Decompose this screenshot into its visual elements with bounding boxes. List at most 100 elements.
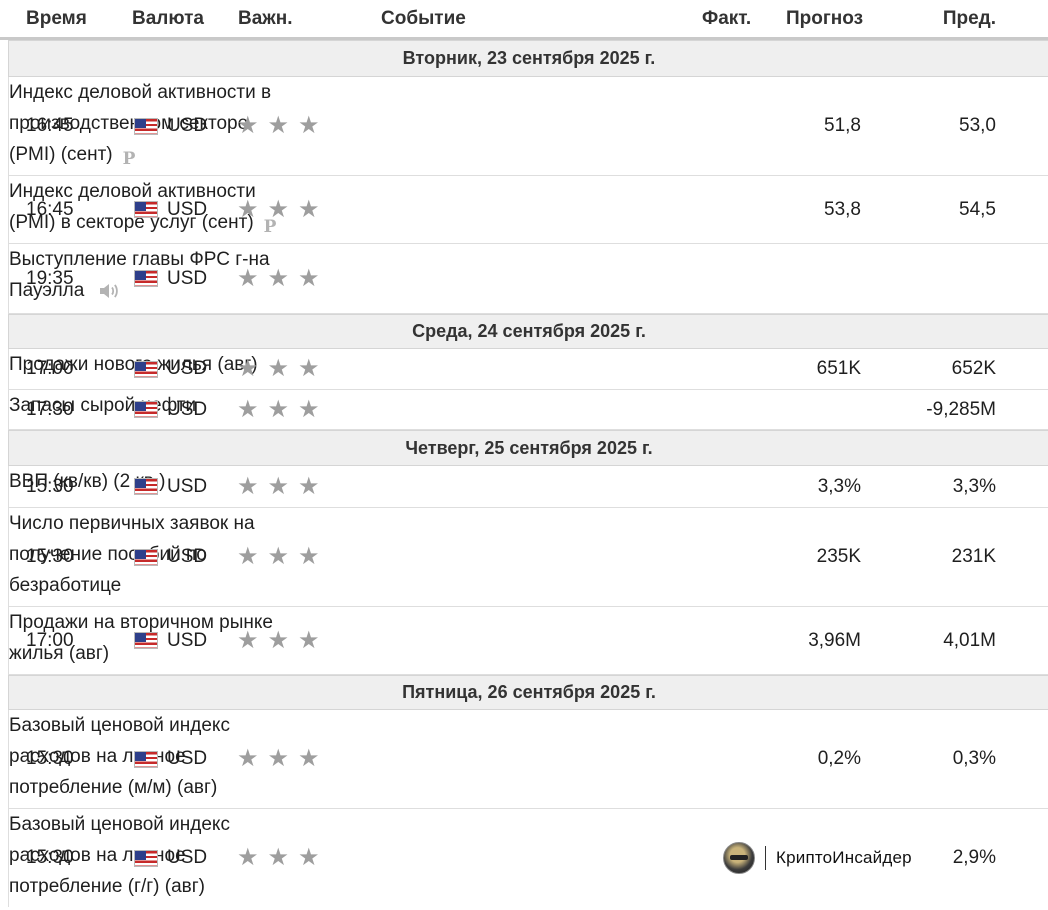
currency-cell: USD	[134, 748, 207, 770]
importance-stars: ★ ★ ★	[237, 195, 320, 223]
previous-value: 0,3%	[952, 748, 996, 769]
star-icon: ★	[298, 844, 320, 871]
importance-stars: ★ ★ ★	[237, 626, 320, 654]
us-flag-icon	[134, 548, 158, 566]
previous-value: 4,01M	[943, 629, 996, 651]
forecast-value: 0,2%	[817, 748, 861, 769]
previous-value: 2,9%	[952, 847, 996, 868]
day-label: Среда, 24 сентября 2025 г.	[412, 321, 646, 341]
header-forecast[interactable]: Прогноз	[786, 8, 863, 30]
event-time: 15:30	[26, 748, 74, 769]
speaker-icon	[99, 283, 118, 298]
table-row[interactable]: 16:45 USD ★ ★ ★ Индекс деловой активности …	[8, 176, 1048, 244]
us-flag-icon	[134, 270, 158, 287]
star-icon: ★	[298, 355, 320, 382]
day-label: Четверг, 25 сентября 2025 г.	[405, 438, 653, 458]
header-previous[interactable]: Пред.	[943, 8, 996, 30]
us-flag-icon	[134, 849, 158, 867]
us-flag-icon	[134, 632, 158, 649]
star-icon: ★	[298, 745, 320, 772]
star-icon: ★	[298, 112, 320, 139]
preliminary-icon: P	[122, 149, 136, 169]
event-time: 15:30	[26, 546, 74, 567]
us-flag-icon	[134, 478, 158, 495]
currency-code: USD	[167, 847, 208, 868]
event-line: потребление (м/м) (авг)	[9, 777, 218, 798]
table-row[interactable]: 19:35 USD ★ ★ ★ Выступление главы ФРС г-на…	[8, 244, 1048, 314]
us-flag-icon	[134, 750, 158, 768]
watermark-text: КриптоИнсайдер	[776, 848, 912, 867]
currency-code: USD	[167, 267, 208, 289]
header-event[interactable]: Событие	[381, 8, 466, 30]
day-label: Вторник, 23 сентября 2025 г.	[402, 48, 656, 68]
event-line: потребление (г/г) (авг)	[9, 876, 206, 897]
star-icon: ★	[237, 264, 259, 292]
star-icon: ★	[267, 472, 290, 500]
importance-stars: ★ ★ ★	[237, 472, 320, 500]
event-line: Базовый ценовой индекс	[9, 715, 230, 736]
currency-code: USD	[167, 475, 208, 497]
star-icon: ★	[237, 112, 259, 139]
star-icon: ★	[298, 472, 320, 500]
currency-cell: USD	[134, 847, 207, 869]
forecast-value: 51,8	[824, 115, 861, 136]
importance-stars: ★ ★ ★	[237, 745, 320, 772]
event-line: безработице	[9, 575, 122, 596]
star-icon: ★	[298, 195, 320, 223]
currency-cell: USD	[134, 115, 207, 137]
currency-cell: USD	[134, 268, 207, 290]
currency-code: USD	[167, 629, 208, 651]
header-importance[interactable]: Важн.	[238, 8, 293, 30]
event-time: 15:30	[26, 847, 74, 868]
preliminary-icon: P	[263, 217, 277, 237]
currency-code: USD	[167, 115, 208, 136]
day-separator: Среда, 24 сентября 2025 г.	[8, 314, 1048, 349]
table-row[interactable]: 17:00 USD ★ ★ ★ Продажи на вторичном рынке…	[8, 607, 1048, 675]
currency-code: USD	[167, 358, 208, 379]
table-row[interactable]: 15:30 USD ★ ★ ★ ВВП (кв/кв) (2 кв.) 3,3% 3…	[8, 466, 1048, 508]
header-actual[interactable]: Факт.	[702, 8, 751, 30]
day-separator: Вторник, 23 сентября 2025 г.	[8, 40, 1048, 77]
star-icon: ★	[267, 844, 290, 871]
header-time[interactable]: Время	[26, 8, 87, 30]
star-icon: ★	[298, 543, 320, 570]
event-line: (PMI) (сент)	[9, 144, 113, 165]
importance-stars: ★ ★ ★	[237, 264, 320, 292]
star-icon: ★	[237, 543, 259, 570]
currency-cell: USD	[134, 399, 207, 421]
currency-cell: USD	[134, 199, 207, 221]
event-time: 17:00	[26, 629, 74, 651]
table-header: Время Валюта Важн. Событие Факт. Прогноз…	[0, 0, 1048, 40]
previous-value: 652K	[951, 358, 996, 379]
currency-cell: USD	[134, 358, 207, 380]
event-time: 15:30	[26, 475, 74, 497]
table-row[interactable]: 16:45 USD ★ ★ ★ Индекс деловой активности …	[8, 77, 1048, 176]
event-line: Число первичных заявок на	[9, 513, 255, 534]
watermark: КриптоИнсайдер	[723, 842, 912, 874]
header-currency[interactable]: Валюта	[132, 8, 204, 30]
watermark-logo-icon	[723, 842, 755, 874]
star-icon: ★	[298, 626, 320, 654]
day-separator: Четверг, 25 сентября 2025 г.	[8, 430, 1048, 466]
table-row[interactable]: 17:00 USD ★ ★ ★ Продажи нового жилья (авг)…	[8, 349, 1048, 390]
table-row[interactable]: 15:30 USD ★ ★ ★ Базовый ценовой индекс рас…	[8, 809, 1048, 907]
event-time: 17:00	[26, 358, 74, 379]
table-row[interactable]: 17:30 USD ★ ★ ★ Запасы сырой нефти -9,285M	[8, 390, 1048, 430]
forecast-value: 235K	[816, 546, 861, 567]
star-icon: ★	[267, 355, 290, 382]
currency-code: USD	[167, 198, 208, 220]
day-label: Пятница, 26 сентября 2025 г.	[402, 682, 656, 702]
star-icon: ★	[237, 355, 259, 382]
importance-stars: ★ ★ ★	[237, 355, 320, 382]
previous-value: 231K	[951, 546, 996, 567]
star-icon: ★	[237, 395, 259, 423]
star-icon: ★	[237, 745, 259, 772]
event-time: 17:30	[26, 398, 74, 420]
us-flag-icon	[134, 117, 158, 135]
forecast-value: 3,96M	[808, 629, 861, 651]
event-time: 16:45	[26, 115, 74, 136]
table-row[interactable]: 15:30 USD ★ ★ ★ Число первичных заявок на …	[8, 508, 1048, 607]
previous-value: 54,5	[959, 198, 996, 220]
table-row[interactable]: 15:30 USD ★ ★ ★ Базовый ценовой индекс рас…	[8, 710, 1048, 809]
watermark-divider	[765, 846, 766, 870]
